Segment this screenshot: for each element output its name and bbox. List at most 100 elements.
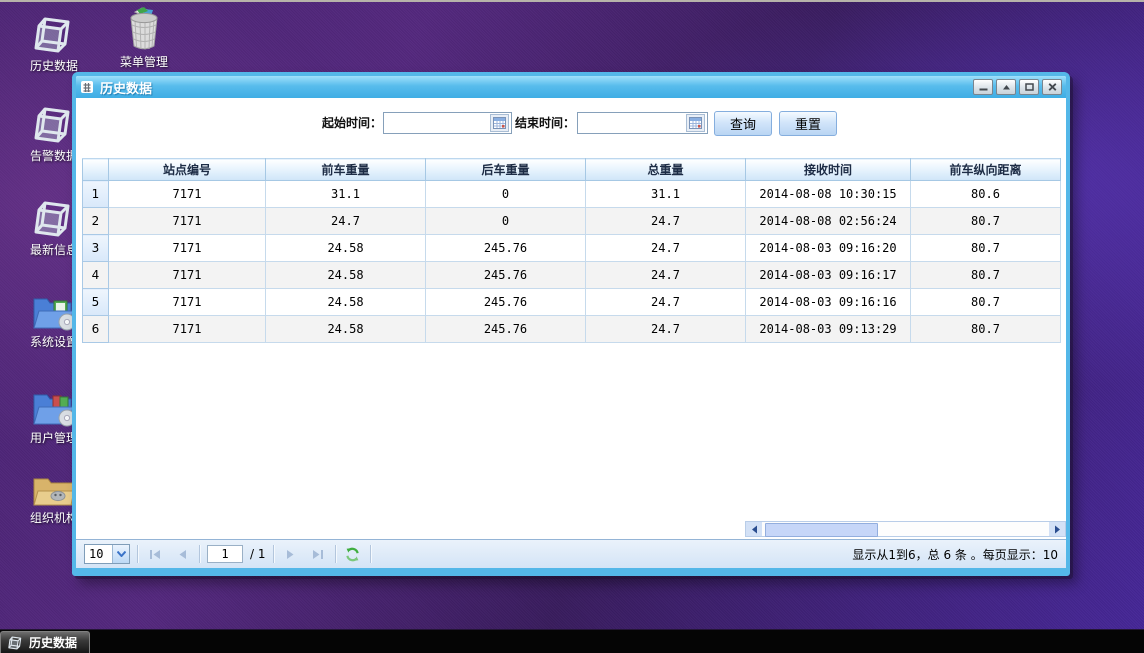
cell: 80.7 <box>911 208 1061 235</box>
taskbar-button-label: 历史数据 <box>29 634 77 651</box>
desktop-icon-label: 告警数据 <box>30 147 78 164</box>
cube-icon <box>31 104 77 146</box>
next-page-button[interactable] <box>281 544 301 564</box>
row-number-header <box>83 159 109 181</box>
table-row[interactable]: 2717124.7024.72014-08-08 02:56:2480.7 <box>83 208 1061 235</box>
cell: 24.58 <box>266 316 426 343</box>
prev-page-icon <box>178 549 187 560</box>
window-controls <box>973 79 1062 95</box>
horizontal-scrollbar <box>745 521 1066 537</box>
cell: 24.58 <box>266 289 426 316</box>
desktop-icon-label: 组织机构 <box>30 509 78 526</box>
arrow-left-icon <box>751 525 758 534</box>
system-settings-icon <box>31 292 77 332</box>
close-button[interactable] <box>1042 79 1062 95</box>
query-button[interactable]: 查询 <box>714 111 772 136</box>
table-row[interactable]: 6717124.58245.7624.72014-08-03 09:13:298… <box>83 316 1061 343</box>
cell: 7171 <box>109 262 266 289</box>
page-number-input[interactable] <box>207 545 243 563</box>
reset-button[interactable]: 重置 <box>779 111 837 136</box>
scroll-left-button[interactable] <box>746 522 762 536</box>
cell: 24.7 <box>266 208 426 235</box>
taskbar: 历史数据 <box>0 629 1144 653</box>
cube-icon <box>31 198 77 240</box>
scrollbar-thumb[interactable] <box>765 523 878 537</box>
data-table: 站点编号前车重量后车重量总重量接收时间前车纵向距离 1717131.1031.1… <box>82 158 1061 343</box>
column-header-3[interactable]: 后车重量 <box>426 159 586 181</box>
desktop-icon-2[interactable]: 菜单管理 <box>112 6 176 70</box>
cell: 7171 <box>109 289 266 316</box>
row-number-cell: 5 <box>83 289 109 316</box>
maximize-button[interactable] <box>1019 79 1039 95</box>
cell: 31.1 <box>266 181 426 208</box>
window-content: 起始时间： 结束时间： 查询 重置 站点编号前车重量后车重量总重量接收时间前车纵… <box>76 98 1066 568</box>
column-header-6[interactable]: 前车纵向距离 <box>911 159 1061 181</box>
refresh-icon <box>344 547 361 562</box>
table-row[interactable]: 1717131.1031.12014-08-08 10:30:1580.6 <box>83 181 1061 208</box>
cell: 24.58 <box>266 262 426 289</box>
column-header-4[interactable]: 总重量 <box>586 159 746 181</box>
column-header-2[interactable]: 前车重量 <box>266 159 426 181</box>
row-number-cell: 2 <box>83 208 109 235</box>
table-row[interactable]: 3717124.58245.7624.72014-08-03 09:16:208… <box>83 235 1061 262</box>
cell: 2014-08-03 09:16:17 <box>746 262 911 289</box>
end-time-label: 结束时间： <box>505 112 575 134</box>
last-page-icon <box>312 549 324 560</box>
row-number-cell: 3 <box>83 235 109 262</box>
column-header-5[interactable]: 接收时间 <box>746 159 911 181</box>
page-size-select[interactable]: 10 <box>84 544 130 564</box>
chevron-down-icon <box>112 545 129 563</box>
page-size-value: 10 <box>85 547 112 561</box>
end-time-input[interactable] <box>577 112 708 134</box>
start-time-field[interactable] <box>388 115 490 131</box>
collapse-button[interactable] <box>996 79 1016 95</box>
page-total-label: / 1 <box>250 547 266 561</box>
history-data-window: 历史数据 起始时间： 结束时间： 查询 重置 站点编号前车重量后车重量总重量 <box>72 72 1070 576</box>
separator <box>370 545 371 563</box>
last-page-button[interactable] <box>308 544 328 564</box>
calendar-icon[interactable] <box>686 114 705 132</box>
taskbar-button-history-data[interactable]: 历史数据 <box>0 631 90 653</box>
first-page-button[interactable] <box>145 544 165 564</box>
prev-page-button[interactable] <box>172 544 192 564</box>
start-time-label: 起始时间： <box>308 112 382 134</box>
cell: 80.7 <box>911 235 1061 262</box>
row-number-cell: 4 <box>83 262 109 289</box>
cell: 2014-08-03 09:16:20 <box>746 235 911 262</box>
cell: 80.7 <box>911 262 1061 289</box>
cell: 245.76 <box>426 262 586 289</box>
table-row[interactable]: 5717124.58245.7624.72014-08-03 09:16:168… <box>83 289 1061 316</box>
cell: 7171 <box>109 181 266 208</box>
cell: 2014-08-08 02:56:24 <box>746 208 911 235</box>
desktop-icon-label: 最新信息 <box>30 241 78 258</box>
cell: 0 <box>426 208 586 235</box>
table-row[interactable]: 4717124.58245.7624.72014-08-03 09:16:178… <box>83 262 1061 289</box>
cell: 80.7 <box>911 316 1061 343</box>
minimize-button[interactable] <box>973 79 993 95</box>
cell: 2014-08-03 09:13:29 <box>746 316 911 343</box>
window-title: 历史数据 <box>100 78 152 97</box>
minimize-icon <box>979 83 988 91</box>
separator <box>199 545 200 563</box>
user-management-icon <box>31 388 77 428</box>
cell: 24.7 <box>586 208 746 235</box>
start-time-input[interactable] <box>383 112 512 134</box>
refresh-button[interactable] <box>343 544 363 564</box>
desktop-icon-label: 菜单管理 <box>120 53 168 70</box>
cell: 7171 <box>109 235 266 262</box>
cell: 24.7 <box>586 289 746 316</box>
organization-folder-icon <box>31 474 77 508</box>
arrow-right-icon <box>1054 525 1061 534</box>
column-header-1[interactable]: 站点编号 <box>109 159 266 181</box>
next-page-icon <box>286 549 295 560</box>
row-number-cell: 6 <box>83 316 109 343</box>
cell: 24.7 <box>586 235 746 262</box>
end-time-field[interactable] <box>582 115 686 131</box>
desktop-icon-1[interactable]: 历史数据 <box>22 14 86 74</box>
cell: 7171 <box>109 208 266 235</box>
cell: 80.7 <box>911 289 1061 316</box>
close-icon <box>1048 83 1057 91</box>
scroll-right-button[interactable] <box>1049 522 1065 536</box>
window-titlebar[interactable]: 历史数据 <box>76 76 1066 98</box>
table-header-row: 站点编号前车重量后车重量总重量接收时间前车纵向距离 <box>83 159 1061 181</box>
